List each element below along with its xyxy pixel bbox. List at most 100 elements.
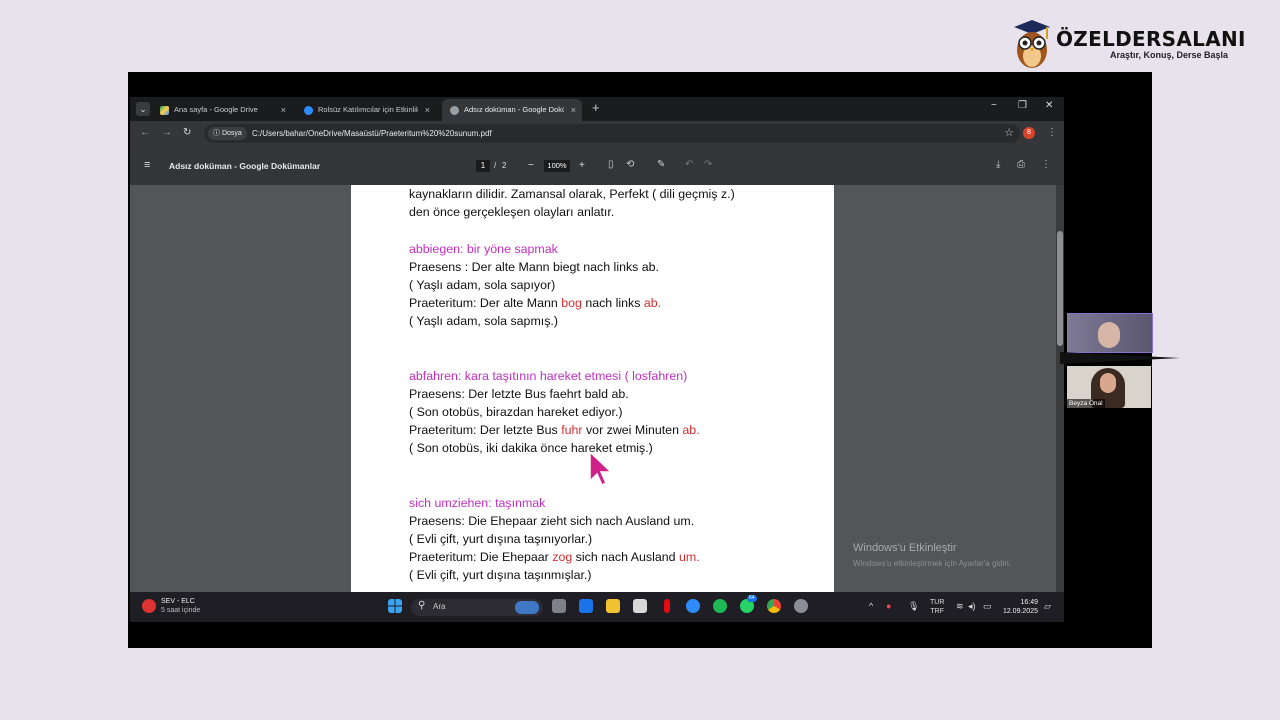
volume-icon[interactable]: ◂) bbox=[968, 601, 976, 612]
divider-pointer bbox=[1060, 352, 1180, 364]
scrollbar-thumb[interactable] bbox=[1057, 231, 1063, 346]
document-line: ( Yaşlı adam, sola sapıyor) bbox=[409, 278, 556, 292]
event-icon bbox=[304, 106, 313, 115]
participant-tile[interactable]: Beyza Önal bbox=[1067, 366, 1151, 408]
document-line: ( Evli çift, yurt dışına taşınmışlar.) bbox=[409, 568, 592, 582]
google-drive-icon bbox=[160, 106, 169, 115]
line-segment: Praeteritum: Die Ehepaar bbox=[409, 550, 553, 564]
line-segment: vor zwei Minuten bbox=[582, 423, 683, 437]
file-explorer-icon[interactable] bbox=[606, 599, 620, 613]
new-tab-button[interactable]: + bbox=[592, 100, 600, 115]
activation-title: Windows'u Etkinleştir bbox=[853, 542, 957, 554]
tab-label: Ana sayfa - Google Drive bbox=[174, 105, 258, 114]
system-clock[interactable]: 16:49 12.09.2025 bbox=[1002, 598, 1038, 616]
windows-start-icon[interactable] bbox=[388, 599, 402, 613]
document-heading: abfahren: kara taşıtının hareket etmesi … bbox=[409, 369, 688, 383]
tab-pdf-document[interactable]: Adsız doküman - Google Doküm × bbox=[442, 99, 582, 121]
address-bar[interactable]: ⓘ Dosya C:/Users/bahar/OneDrive/Masaüstü… bbox=[204, 124, 1020, 143]
close-window-button[interactable]: ✕ bbox=[1045, 100, 1053, 111]
tray-app-icon[interactable]: ● bbox=[886, 601, 891, 611]
tab-strip: ⌄ Ana sayfa - Google Drive × Rolsüz Katı… bbox=[130, 97, 1064, 121]
document-line: ( Evli çift, yurt dışına taşınıyorlar.) bbox=[409, 532, 593, 546]
zoom-in-button[interactable]: + bbox=[579, 160, 585, 172]
bookmark-star-icon[interactable]: ☆ bbox=[1004, 126, 1014, 139]
tab-google-drive[interactable]: Ana sayfa - Google Drive × bbox=[152, 99, 292, 121]
print-icon[interactable]: ⎙ bbox=[1017, 159, 1025, 170]
weather-subtitle: 5 saat içinde bbox=[161, 607, 201, 614]
highlighted-verb: um. bbox=[679, 550, 700, 564]
brand-logo: ÖZELDERSALANI Araştır, Konuş, Derse Başl… bbox=[1012, 18, 1252, 74]
back-button[interactable]: ← bbox=[140, 127, 150, 138]
weather-icon bbox=[142, 599, 156, 613]
site-info-chip[interactable]: ⓘ Dosya bbox=[208, 127, 247, 140]
document-heading: abbiegen: bir yöne sapmak bbox=[409, 242, 558, 256]
outlook-icon[interactable] bbox=[579, 599, 593, 613]
weather-widget[interactable]: SEV - ELC 5 saat içinde bbox=[140, 597, 220, 617]
url-text[interactable]: C:/Users/bahar/OneDrive/Masaüstü/Praeter… bbox=[252, 124, 492, 143]
tab-label: Adsız doküman - Google Doküm bbox=[464, 105, 564, 114]
reload-button[interactable]: ↻ bbox=[183, 127, 191, 138]
tab-close-button[interactable]: × bbox=[281, 99, 286, 121]
globe-icon bbox=[450, 106, 459, 115]
netflix-icon[interactable] bbox=[664, 599, 670, 613]
pdf-page: kaynakların dilidir. Zamansal olarak, Pe… bbox=[351, 185, 834, 592]
zoom-app-icon[interactable] bbox=[686, 599, 700, 613]
forward-button[interactable]: → bbox=[162, 127, 172, 138]
clock-date: 12.09.2025 bbox=[1002, 608, 1038, 615]
store-icon[interactable] bbox=[633, 599, 647, 613]
mouse-cursor-icon bbox=[589, 451, 613, 487]
menu-icon[interactable]: ≡ bbox=[144, 159, 150, 171]
zoom-input[interactable]: 100% bbox=[544, 160, 570, 172]
rotate-icon[interactable]: ⟲ bbox=[626, 159, 634, 170]
document-line: Praeteritum: Der letzte Bus fuhr vor zwe… bbox=[409, 423, 700, 437]
search-placeholder: Ara bbox=[433, 602, 446, 611]
tab-event[interactable]: Rolsüz Katılımcılar için Etkinlik × bbox=[296, 99, 436, 121]
restore-button[interactable]: ❐ bbox=[1018, 100, 1027, 111]
tray-chevron-icon[interactable]: ^ bbox=[869, 601, 873, 611]
tab-close-button[interactable]: × bbox=[571, 99, 576, 121]
wifi-icon[interactable]: ≋ bbox=[956, 601, 964, 612]
document-heading: sich umziehen: taşınmak bbox=[409, 496, 546, 510]
extension-badge[interactable]: 8 bbox=[1023, 127, 1035, 139]
fit-page-icon[interactable]: ▯ bbox=[608, 159, 614, 170]
scrollbar[interactable] bbox=[1056, 185, 1064, 592]
search-highlight-icon bbox=[515, 601, 539, 614]
document-line: Praesens: Die Ehepaar zieht sich nach Au… bbox=[409, 514, 695, 528]
minimize-button[interactable]: − bbox=[991, 100, 997, 111]
undo-icon[interactable]: ↶ bbox=[685, 159, 693, 170]
participant-name: Beyza Önal bbox=[1067, 399, 1105, 408]
tab-search-button[interactable]: ⌄ bbox=[136, 102, 150, 116]
zoom-out-button[interactable]: − bbox=[528, 160, 534, 172]
windows-taskbar: SEV - ELC 5 saat içinde ⚲ Ara 64 ^ ● 🎙 T… bbox=[130, 592, 1064, 622]
owl-mascot-icon bbox=[1014, 20, 1050, 68]
page-separator: / bbox=[494, 161, 497, 170]
line-segment: nach links bbox=[581, 296, 644, 310]
participant-tile[interactable] bbox=[1067, 313, 1153, 353]
settings-icon[interactable] bbox=[794, 599, 808, 613]
pdf-title: Adsız doküman - Google Dokümanlar bbox=[169, 161, 321, 171]
document-line: Praeteritum: Die Ehepaar zog sich nach A… bbox=[409, 550, 700, 564]
page-number-input[interactable]: 1 bbox=[476, 160, 490, 172]
microphone-icon[interactable]: 🎙 bbox=[908, 601, 919, 612]
highlighted-verb: zog bbox=[552, 550, 573, 564]
task-view-icon[interactable] bbox=[552, 599, 566, 613]
annotate-icon[interactable]: ✎ bbox=[657, 159, 665, 170]
redo-icon[interactable]: ↷ bbox=[704, 159, 712, 170]
language-indicator[interactable]: TUR TRF bbox=[930, 598, 944, 616]
highlighted-verb: fuhr bbox=[561, 423, 583, 437]
activation-subtitle: Windows'u etkinleştirmek için Ayarlar'a … bbox=[853, 559, 1012, 568]
address-bar-row: ← → ↻ ⓘ Dosya C:/Users/bahar/OneDrive/Ma… bbox=[130, 121, 1064, 147]
notification-icon[interactable]: ▱ bbox=[1044, 601, 1051, 612]
download-icon[interactable]: ⤓ bbox=[996, 159, 1000, 170]
browser-menu-icon[interactable]: ⋮ bbox=[1047, 127, 1057, 138]
chrome-icon[interactable] bbox=[767, 599, 781, 613]
tab-close-button[interactable]: × bbox=[425, 99, 430, 121]
spotify-icon[interactable] bbox=[713, 599, 727, 613]
whatsapp-badge: 64 bbox=[747, 595, 757, 602]
taskbar-search[interactable]: ⚲ Ara bbox=[411, 599, 543, 616]
more-options-icon[interactable]: ⋮ bbox=[1041, 159, 1051, 170]
document-line: kaynakların dilidir. Zamansal olarak, Pe… bbox=[409, 187, 735, 201]
tab-label: Rolsüz Katılımcılar için Etkinlik bbox=[318, 105, 418, 114]
pdf-viewer[interactable]: kaynakların dilidir. Zamansal olarak, Pe… bbox=[130, 185, 1064, 592]
battery-icon[interactable]: ▭ bbox=[983, 601, 992, 612]
